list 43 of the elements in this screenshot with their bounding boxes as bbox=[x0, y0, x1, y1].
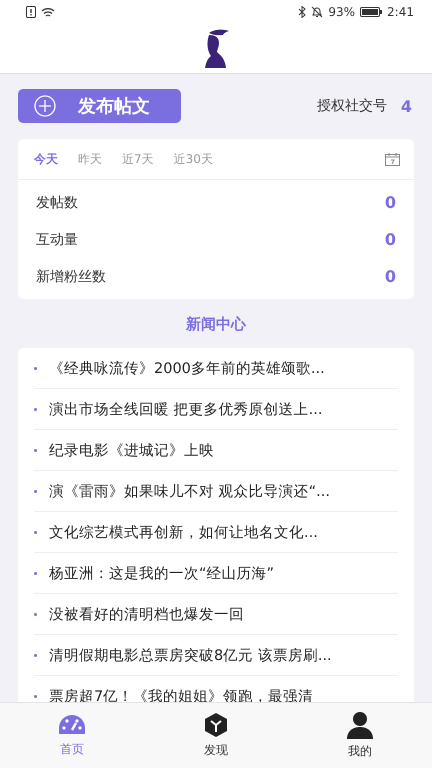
news-headline[interactable]: 清明假期电影总票房突破8亿元 该票房刷... bbox=[49, 646, 332, 664]
bullet-icon bbox=[34, 490, 37, 492]
stat-value: 0 bbox=[384, 267, 396, 286]
bell-off-icon bbox=[311, 6, 324, 18]
person-icon bbox=[346, 711, 374, 739]
stat-value: 0 bbox=[384, 193, 396, 212]
dashboard-icon bbox=[57, 713, 87, 737]
news-headline[interactable]: 演《雷雨》如果味儿不对 观众比导演还“... bbox=[49, 482, 330, 500]
section-title: 新闻中心 bbox=[184, 315, 248, 334]
news-headline[interactable]: 《经典咏流传》2000多年前的英雄颂歌... bbox=[49, 358, 325, 378]
bullet-icon bbox=[34, 366, 37, 370]
news-headline[interactable]: 纪录电影《进城记》上映 bbox=[49, 440, 214, 460]
period-tab[interactable]: 今天 bbox=[34, 150, 58, 168]
cube-icon bbox=[203, 712, 229, 738]
stat-label: 发帖数 bbox=[36, 194, 78, 212]
publish-post-button[interactable]: 发布帖文 bbox=[18, 89, 181, 123]
wifi-icon bbox=[41, 6, 55, 18]
bullet-icon bbox=[34, 654, 37, 656]
stat-label: 互动量 bbox=[36, 230, 78, 248]
bullet-icon bbox=[34, 572, 37, 574]
battery-icon bbox=[360, 7, 382, 17]
stat-label: 新增粉丝数 bbox=[36, 268, 106, 286]
nav-tab[interactable]: 我的 bbox=[288, 703, 432, 768]
bullet-icon bbox=[34, 612, 37, 616]
nav-tab[interactable]: 首页 bbox=[0, 703, 144, 768]
news-headline[interactable]: 没被看好的清明档也爆发一回 bbox=[49, 604, 244, 624]
plus-circle-icon bbox=[34, 95, 56, 117]
bullet-icon bbox=[34, 408, 37, 410]
stat-value: 0 bbox=[384, 230, 396, 249]
bluetooth-icon bbox=[298, 6, 306, 18]
bullet-icon bbox=[34, 448, 37, 452]
calendar-icon[interactable] bbox=[385, 152, 400, 166]
accounts-count: 4 bbox=[400, 96, 412, 116]
clock-time: 2:41 bbox=[387, 5, 414, 19]
accounts-label: 授权社交号 bbox=[316, 97, 387, 115]
sim-alert-icon bbox=[26, 6, 36, 18]
battery-percentage: 93% bbox=[328, 5, 356, 19]
news-headline[interactable]: 杨亚洲：这是我的一次“经山历海” bbox=[49, 564, 274, 582]
news-headline[interactable]: 演出市场全线回暖 把更多优秀原创送上... bbox=[49, 400, 322, 418]
news-headline[interactable]: 文化综艺模式再创新，如何让地名文化... bbox=[49, 522, 318, 542]
nav-tab[interactable]: 发现 bbox=[144, 703, 288, 768]
bullet-icon bbox=[34, 694, 37, 698]
bullet-icon bbox=[34, 530, 37, 534]
